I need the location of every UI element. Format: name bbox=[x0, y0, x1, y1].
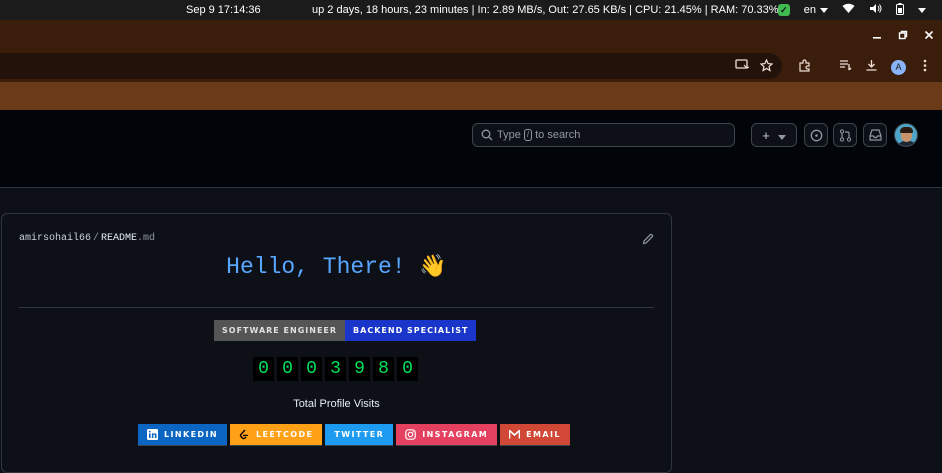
system-tray: ✓ en bbox=[777, 2, 926, 18]
more-menu-icon[interactable] bbox=[918, 59, 932, 73]
counter-digit: 0 bbox=[277, 357, 298, 381]
counter-digit: 0 bbox=[397, 357, 418, 381]
backend-specialist-badge: BACKEND SPECIALIST bbox=[345, 320, 477, 341]
leetcode-badge-link[interactable]: LEETCODE bbox=[229, 424, 323, 446]
address-bar[interactable] bbox=[0, 53, 782, 79]
reading-list-icon[interactable] bbox=[838, 59, 852, 73]
system-menu-caret-icon[interactable] bbox=[918, 7, 926, 13]
repo-owner-link[interactable]: amirsohail66 bbox=[19, 233, 91, 244]
instagram-icon bbox=[405, 429, 417, 440]
star-icon[interactable] bbox=[759, 58, 773, 73]
system-monitor-stats: up 2 days, 18 hours, 23 minutes | In: 2.… bbox=[312, 4, 779, 16]
caret-down-icon bbox=[777, 128, 786, 143]
os-top-bar: Sep 9 17:14:36 up 2 days, 18 hours, 23 m… bbox=[0, 0, 942, 20]
counter-digit: 8 bbox=[373, 357, 394, 381]
counter-digit: 9 bbox=[349, 357, 370, 381]
volume-icon[interactable] bbox=[869, 3, 882, 17]
browser-profile-avatar[interactable]: A bbox=[891, 60, 906, 75]
os-clock[interactable]: Sep 9 17:14:36 bbox=[186, 4, 261, 16]
search-input[interactable]: Type / to search bbox=[472, 123, 735, 147]
minimize-icon[interactable] bbox=[872, 30, 882, 40]
search-placeholder: Type / to search bbox=[497, 129, 581, 141]
software-engineer-badge: SOFTWARE ENGINEER bbox=[214, 320, 346, 341]
counter-digit: 0 bbox=[253, 357, 274, 381]
github-header: Type / to search + bbox=[0, 110, 942, 188]
instagram-badge-link[interactable]: INSTAGRAM bbox=[396, 424, 498, 446]
plus-icon: + bbox=[762, 127, 770, 143]
create-new-button[interactable]: + bbox=[751, 123, 797, 147]
readme-card: amirsohail66/README.md Hello, There! 👋 S… bbox=[1, 213, 672, 473]
inbox-button[interactable] bbox=[863, 123, 887, 147]
battery-icon[interactable] bbox=[896, 2, 904, 18]
profile-visit-counter: 0 0 0 3 9 8 0 bbox=[253, 357, 418, 381]
search-icon bbox=[481, 129, 493, 141]
counter-digit: 3 bbox=[325, 357, 346, 381]
wifi-icon[interactable] bbox=[842, 3, 855, 17]
browser-toolbar: A bbox=[0, 50, 942, 82]
pencil-icon[interactable] bbox=[642, 232, 654, 245]
keyboard-language-indicator[interactable]: en bbox=[804, 4, 828, 16]
checkmark-icon[interactable]: ✓ bbox=[777, 4, 790, 16]
window-controls bbox=[872, 30, 934, 40]
pull-requests-button[interactable] bbox=[833, 123, 857, 147]
social-links: LINKEDIN LEETCODE TWITTER INSTAGRAM EMAI… bbox=[138, 424, 570, 446]
leetcode-icon bbox=[239, 429, 250, 440]
visits-label: Total Profile Visits bbox=[293, 398, 380, 410]
restore-icon[interactable] bbox=[898, 30, 908, 40]
bookmarks-bar bbox=[0, 82, 942, 110]
close-icon[interactable] bbox=[924, 30, 934, 40]
download-icon[interactable] bbox=[864, 59, 878, 73]
user-avatar[interactable] bbox=[894, 123, 918, 147]
readme-breadcrumb: amirsohail66/README.md bbox=[19, 233, 156, 244]
email-icon bbox=[509, 429, 521, 440]
linkedin-icon bbox=[147, 429, 158, 440]
inbox-icon bbox=[868, 129, 882, 141]
issues-button[interactable] bbox=[804, 123, 828, 147]
role-badges: SOFTWARE ENGINEER BACKEND SPECIALIST bbox=[214, 320, 477, 341]
email-badge-link[interactable]: EMAIL bbox=[500, 424, 570, 446]
pull-request-icon bbox=[839, 128, 851, 142]
waving-hand-icon: 👋 bbox=[419, 255, 447, 280]
twitter-badge-link[interactable]: TWITTER bbox=[325, 424, 394, 446]
heading-divider bbox=[19, 307, 654, 308]
cast-icon[interactable] bbox=[735, 59, 750, 73]
readme-file-name: README bbox=[101, 233, 138, 244]
counter-digit: 0 bbox=[301, 357, 322, 381]
caret-down-icon bbox=[820, 7, 828, 13]
linkedin-badge-link[interactable]: LINKEDIN bbox=[138, 424, 227, 446]
slash-key-hint: / bbox=[523, 129, 533, 141]
issue-icon bbox=[810, 129, 822, 141]
readme-heading: Hello, There! 👋 bbox=[226, 254, 447, 280]
browser-tab-strip bbox=[0, 20, 942, 50]
extensions-icon[interactable] bbox=[797, 59, 811, 73]
